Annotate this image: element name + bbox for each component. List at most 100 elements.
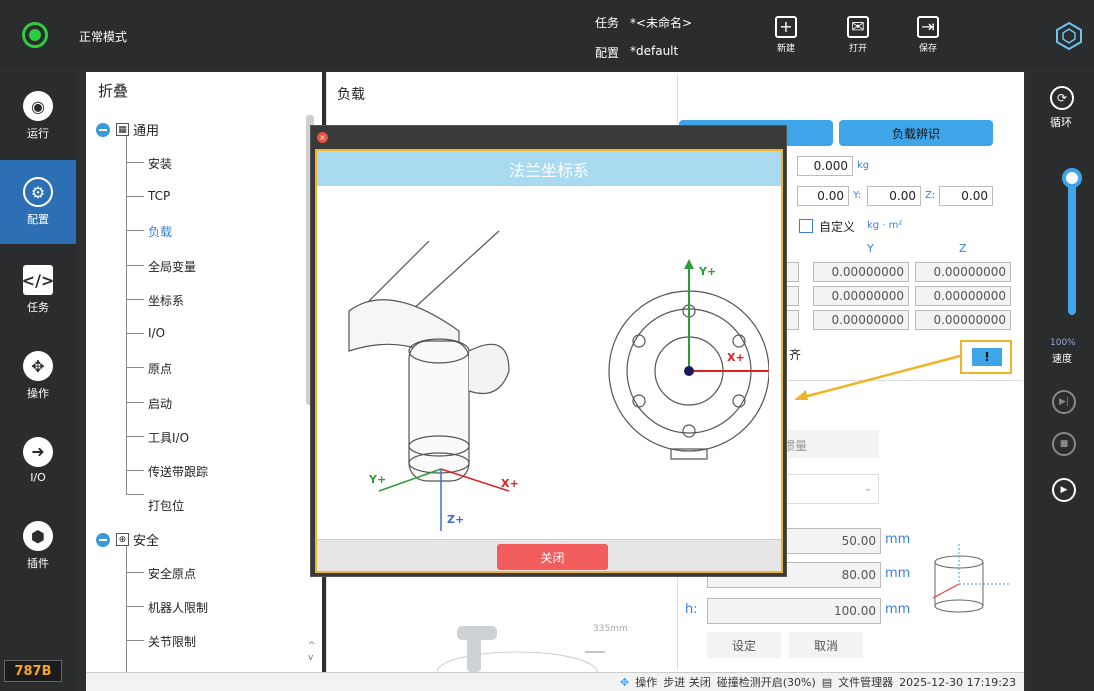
warning-button[interactable]: ! — [972, 348, 1002, 366]
status-step[interactable]: 步进 关闭 — [663, 674, 711, 690]
speed-percent: 100% — [1050, 338, 1076, 348]
dialog-title: 法兰坐标系 — [317, 151, 781, 186]
payload-identify-button[interactable]: 负载辨识 — [839, 120, 993, 146]
nav-operate[interactable]: ✥ 操作 — [0, 334, 76, 418]
nav-run[interactable]: ◉ 运行 — [0, 74, 76, 158]
tree-item-tcp[interactable]: TCP — [148, 189, 170, 203]
cube-icon: ⬢ — [23, 521, 53, 551]
custom-inertia-checkbox[interactable] — [799, 219, 813, 233]
flange-diagram: Y+ X+ Y+ X+ Z+ — [329, 201, 785, 531]
open-button[interactable]: ✉ 打开 — [838, 10, 878, 66]
tree-item-startup[interactable]: 启动 — [148, 395, 172, 412]
new-button[interactable]: + 新建 — [766, 10, 806, 66]
tree-item-tool-io[interactable]: 工具I/O — [148, 429, 189, 446]
collapse-button[interactable]: 折叠 — [98, 80, 128, 101]
tree-item-home[interactable]: 原点 — [148, 360, 172, 377]
collapse-icon — [96, 122, 110, 137]
tree-item-conveyor[interactable]: 传送带跟踪 — [148, 463, 208, 480]
dialog-footer: 关闭 — [317, 539, 781, 571]
inertia-yy[interactable]: 0.00000000 — [813, 286, 909, 306]
move-icon: ✥ — [620, 675, 630, 689]
close-icon[interactable]: × — [317, 132, 328, 143]
save-button[interactable]: ⇥ 保存 — [908, 10, 948, 66]
inertia-zz[interactable]: 0.00000000 — [915, 310, 1011, 330]
shape-dropdown[interactable]: ⌄ — [779, 474, 879, 504]
right-bar: ⟳ 循环 100% 速度 — [1030, 72, 1094, 691]
loop-icon[interactable]: ⟳ — [1050, 86, 1074, 110]
flange-axis-y-label: Y+ — [699, 265, 717, 278]
config-name: *default — [630, 44, 679, 58]
dialog-body: 法兰坐标系 Y+ X+ Y+ X+ Z+ 关闭 — [315, 149, 785, 573]
stop-button[interactable]: ■ — [1052, 432, 1076, 456]
speed-slider[interactable] — [1068, 175, 1076, 315]
nav-task[interactable]: </> 任务 — [0, 248, 76, 332]
tree-item-palletize[interactable]: 打包位 — [148, 497, 184, 514]
top-bar: 正常模式 任务 *<未命名> 配置 *default + 新建 ✉ 打开 ⇥ 保… — [0, 0, 1094, 70]
play-button[interactable]: ▶ — [1052, 478, 1076, 502]
robot-model-badge: 787B — [4, 660, 62, 682]
status-file-manager[interactable]: 文件管理器 — [838, 674, 893, 690]
r2-unit: mm — [885, 566, 911, 581]
close-button[interactable]: 关闭 — [497, 544, 608, 570]
collapse-icon — [96, 532, 110, 547]
tool-axis-y-label: Y+ — [369, 473, 387, 486]
inertia-zy[interactable]: 0.00000000 — [813, 310, 909, 330]
tree-item-payload[interactable]: 负载 — [148, 223, 172, 240]
mode-label: 正常模式 — [79, 30, 128, 44]
tree-item-coordinates[interactable]: 坐标系 — [148, 292, 184, 309]
tree-item-install[interactable]: 安装 — [148, 155, 172, 172]
flange-axis-x-label: X+ — [727, 351, 745, 364]
set-button[interactable]: 设定 — [707, 632, 781, 658]
speed-slider-handle[interactable] — [1062, 168, 1082, 188]
tree-group-safety[interactable]: ⊕ 安全 — [96, 530, 159, 549]
status-operate[interactable]: 操作 — [635, 674, 657, 690]
mass-unit: kg — [857, 160, 870, 171]
inertia-type-field[interactable]: 惯量 — [779, 430, 879, 458]
left-nav: ◉ 运行 ⚙ 配置 </> 任务 ✥ 操作 ➜ I/O ⬢ 插件 — [0, 72, 76, 691]
run-icon: ◉ — [23, 91, 53, 121]
cog-z-input[interactable]: 0.00 — [939, 186, 993, 206]
cog-x-input[interactable]: 0.00 — [797, 186, 849, 206]
h-input[interactable]: 100.00 — [707, 598, 881, 624]
step-button[interactable]: ▶| — [1052, 390, 1076, 414]
power-status-icon[interactable] — [22, 22, 48, 48]
custom-inertia-label: 自定义 — [819, 220, 856, 234]
cancel-button[interactable]: 取消 — [789, 632, 863, 658]
tree-scroll-arrows[interactable]: ^ v — [308, 640, 318, 668]
tool-axis-z-label: Z+ — [447, 513, 465, 526]
cog-y-input[interactable]: 0.00 — [867, 186, 921, 206]
task-name: *<未命名> — [630, 16, 693, 30]
robot-3d-view[interactable] — [436, 616, 607, 691]
status-collision[interactable]: 碰撞检测开启(30%) — [717, 674, 816, 690]
shield-icon: ⊕ — [116, 533, 129, 546]
tree-item-robot-limits[interactable]: 机器人限制 — [148, 599, 208, 616]
config-label: 配置 — [595, 46, 620, 60]
tool-axis-x-label: X+ — [501, 477, 519, 490]
h-unit: mm — [885, 602, 911, 617]
tree-group-general[interactable]: ▦ 通用 — [96, 120, 159, 139]
logo-icon — [1056, 21, 1082, 51]
hint-arrow-icon — [794, 354, 961, 400]
cog-z-label: Z: — [925, 190, 936, 201]
tree-item-joint-limits[interactable]: 关节限制 — [148, 633, 196, 650]
io-arrow-icon: ➜ — [23, 436, 53, 467]
speed-label: 速度 — [1052, 354, 1072, 365]
tree-item-global-vars[interactable]: 全局变量 — [148, 258, 196, 275]
cog-y-label: Y: — [853, 190, 862, 201]
mass-input[interactable]: 0.000 — [797, 156, 853, 176]
inertia-xz[interactable]: 0.00000000 — [915, 262, 1011, 282]
task-label: 任务 — [595, 16, 620, 30]
warning-highlight[interactable]: ! — [960, 340, 1012, 374]
nav-config[interactable]: ⚙ 配置 — [0, 160, 76, 244]
cylinder-diagram-icon — [923, 540, 1019, 626]
h-label: h: — [685, 602, 698, 617]
tree-item-io[interactable]: I/O — [148, 326, 165, 340]
config-tree: 折叠 ▦ 通用 安装 TCP 负载 全局变量 坐标系 I/O 原点 启动 工具I… — [86, 72, 322, 672]
grid-icon: ▦ — [116, 123, 129, 136]
nav-io[interactable]: ➜ I/O — [0, 418, 76, 502]
tree-item-safe-home[interactable]: 安全原点 — [148, 565, 196, 582]
loop-label: 循环 — [1050, 116, 1072, 129]
inertia-yz[interactable]: 0.00000000 — [915, 286, 1011, 306]
nav-plugin[interactable]: ⬢ 插件 — [0, 504, 76, 588]
inertia-xy[interactable]: 0.00000000 — [813, 262, 909, 282]
